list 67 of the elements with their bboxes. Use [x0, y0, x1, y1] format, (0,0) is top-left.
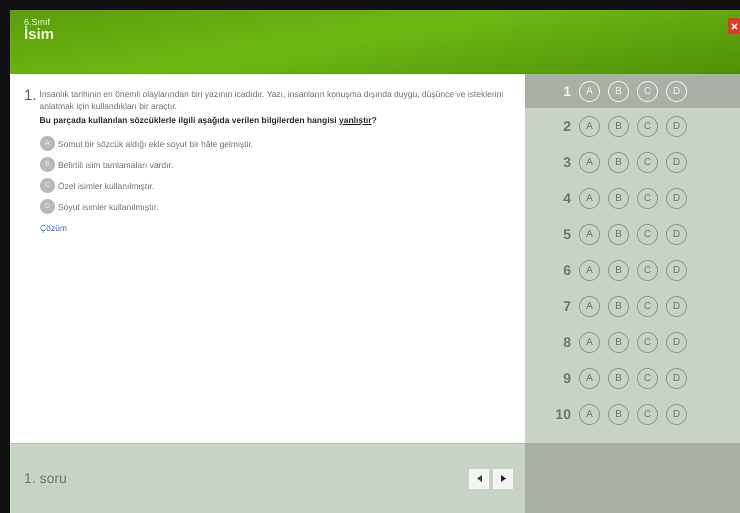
question-counter: 1. soru	[24, 469, 67, 488]
left-triangle-icon	[476, 475, 482, 482]
answer-choice[interactable]: B	[608, 116, 629, 136]
answer-choice[interactable]: C	[637, 80, 658, 102]
option-text: Soyut isimler kullanılmıştır.	[58, 200, 159, 214]
answer-choice[interactable]: C	[637, 152, 658, 172]
question-number: 7	[562, 296, 571, 316]
solution-link[interactable]: Çözüm	[40, 222, 67, 236]
question-number: 8	[562, 332, 571, 352]
answer-choice[interactable]: B	[608, 296, 629, 316]
answer-choice[interactable]: D	[666, 152, 687, 172]
lesson-title: İsim	[24, 27, 54, 44]
answer-choice[interactable]: A	[579, 188, 600, 208]
question-number: 1.	[24, 88, 37, 103]
answer-choice[interactable]: C	[637, 188, 658, 208]
answer-choice[interactable]: C	[637, 116, 658, 136]
answer-choice[interactable]: D	[666, 332, 687, 352]
answer-choice[interactable]: C	[637, 332, 658, 352]
answer-choice[interactable]: A	[579, 80, 600, 102]
answer-choice[interactable]: A	[579, 260, 600, 280]
question-number: 1	[562, 82, 571, 100]
answer-choice[interactable]: A	[579, 224, 600, 244]
answer-choice[interactable]: B	[608, 80, 629, 102]
answer-choice[interactable]: B	[608, 224, 629, 244]
grade-label: 6.Sınıf	[24, 18, 50, 27]
answer-choice[interactable]: A	[579, 404, 600, 424]
right-triangle-icon	[500, 475, 506, 482]
answer-choice[interactable]: D	[666, 260, 687, 280]
question-number: 9	[562, 368, 571, 388]
answer-choice[interactable]: A	[579, 332, 600, 352]
answer-choice[interactable]: B	[608, 332, 629, 352]
question-number: 10	[554, 404, 571, 424]
answer-choice[interactable]: B	[608, 152, 629, 172]
answer-choice[interactable]: A	[579, 368, 600, 388]
answer-choice[interactable]: B	[608, 260, 629, 280]
answer-choice[interactable]: D	[666, 116, 687, 136]
previous-button[interactable]	[469, 468, 489, 488]
answer-choice[interactable]: A	[579, 296, 600, 316]
answer-choice[interactable]: B	[608, 188, 629, 208]
question-number: 5	[562, 224, 571, 244]
answer-choice[interactable]: A	[579, 152, 600, 172]
answer-choice[interactable]: A	[579, 116, 600, 136]
question-prompt: Bu parçada kullanılan sözcüklerle ilgili aşağıda verilen bilgilerden hangisi yanlıştır?	[40, 114, 378, 126]
answer-choice[interactable]: B	[608, 404, 629, 424]
answer-choice[interactable]: D	[666, 80, 687, 102]
answer-choice[interactable]: D	[666, 224, 687, 244]
answer-choice[interactable]: D	[666, 188, 687, 208]
close-icon	[730, 22, 738, 30]
answer-choice[interactable]: C	[637, 260, 658, 280]
answer-choice[interactable]: C	[637, 404, 658, 424]
answer-choice[interactable]: C	[637, 224, 658, 244]
question-passage: İnsanlık tarihinin en önemli olaylarından biri yazının icadıdır. Yazı, insanların konuşma dışında duygu, düşünce ve isteklerini anlatmak için kullandıkları bir araçtır.	[40, 88, 504, 113]
close-button[interactable]	[728, 18, 740, 34]
question-number: 2	[562, 116, 571, 136]
answer-choice[interactable]: D	[666, 404, 687, 424]
option-text: Belirtili isim tamlamaları vardır.	[58, 158, 174, 172]
answer-choice[interactable]: D	[666, 296, 687, 316]
next-button[interactable]	[493, 468, 513, 488]
answer-choice[interactable]: C	[637, 368, 658, 388]
answer-choice[interactable]: C	[637, 296, 658, 316]
question-number: 4	[562, 188, 571, 208]
answer-choice[interactable]: D	[666, 368, 687, 388]
option-text: Somut bir sözcük aldığı ekle soyut bir hâle gelmiştir.	[58, 138, 254, 150]
option-text: Özel isimler kullanılmıştır.	[58, 180, 154, 192]
question-number: 6	[562, 260, 571, 280]
question-number: 3	[562, 152, 571, 172]
answer-choice[interactable]: B	[608, 368, 629, 388]
